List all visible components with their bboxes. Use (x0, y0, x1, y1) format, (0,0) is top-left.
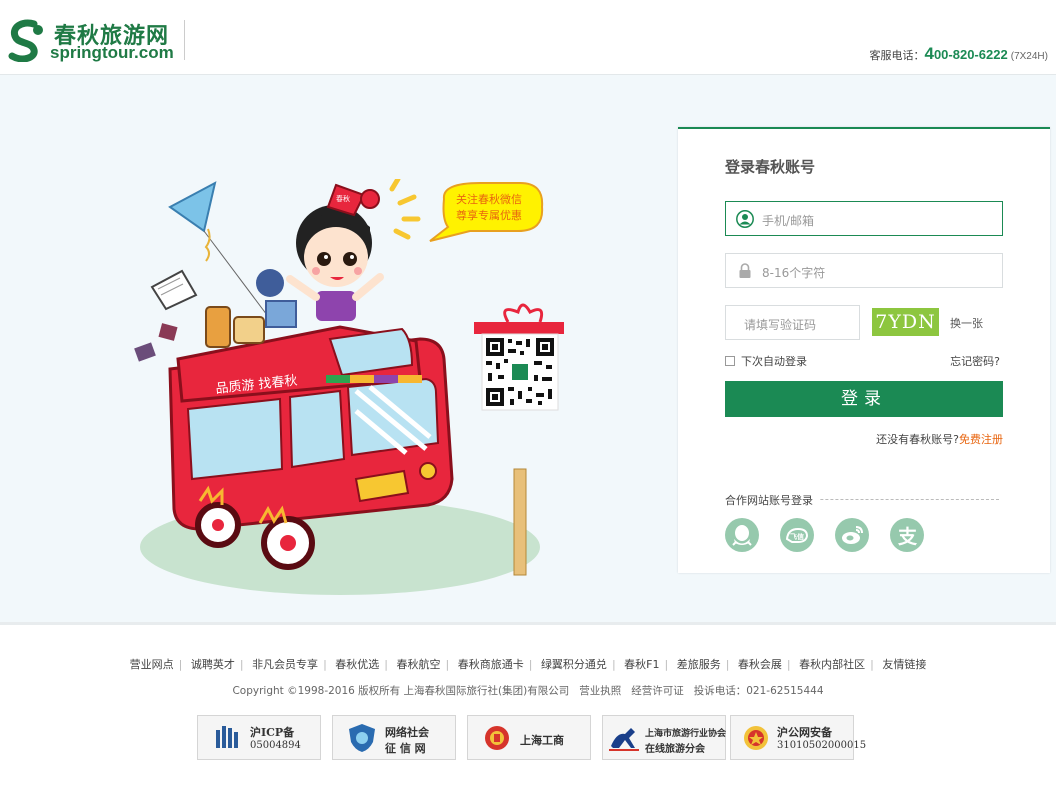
footer-link-community[interactable]: 春秋内部社区 (799, 658, 865, 671)
captcha-field[interactable]: 请填写验证码 (725, 305, 860, 340)
public-security-badge[interactable]: 沪公网安备 31010502000015 (730, 715, 866, 760)
user-icon (736, 210, 754, 228)
lock-icon (739, 263, 751, 278)
wechat-bubble-line1: 关注春秋微信 (456, 192, 522, 206)
remember-me-label: 下次自动登录 (741, 355, 807, 368)
emblem-icon (485, 726, 509, 750)
site-header: 春秋旅游网 springtour.com 客服电话：400-820-6222 (… (0, 0, 1056, 75)
copyright-text: Copyright ©1998-2016 版权所有 上海春秋国际旅行社(集团)有… (232, 685, 570, 697)
credit-network-badge[interactable]: 网络社会 征 信 网 (332, 715, 456, 760)
login-card: 登录春秋账号 手机/邮箱 8-16个字符 请填写验证码 7YDN 换一张 下次自… (678, 127, 1050, 573)
association-line1: 上海市旅游行业协会 (645, 729, 727, 739)
password-field[interactable]: 8-16个字符 (725, 253, 1003, 288)
shield-icon (349, 724, 375, 752)
hotline-number-first: 4 (924, 44, 934, 63)
footer-link-business-card[interactable]: 春秋商旅通卡 (458, 658, 524, 671)
alipay-icon: 支 (897, 526, 918, 548)
wechat-bubble-line2: 尊享专属优惠 (456, 208, 522, 222)
register-prompt: 还没有春秋账号? (876, 433, 959, 446)
logo-domain: springtour.com (50, 43, 174, 62)
footer-link-points[interactable]: 绿翼积分通兑 (541, 658, 607, 671)
footer-link-airlines[interactable]: 春秋航空 (397, 658, 441, 671)
alipay-login-button[interactable]: 支 (890, 518, 924, 552)
remember-me[interactable]: 下次自动登录 (725, 353, 807, 369)
business-license-link[interactable]: 营业执照 (579, 685, 621, 697)
captcha-refresh-link[interactable]: 换一张 (950, 315, 983, 331)
footer-link-branches[interactable]: 营业网点 (130, 658, 174, 671)
weibo-login-button[interactable] (835, 518, 869, 552)
association-line2: 在线旅游分会 (645, 744, 705, 755)
hat-text: 春秋 (336, 194, 350, 203)
register-link[interactable]: 免费注册 (959, 433, 1003, 446)
footer-link-selection[interactable]: 春秋优选 (335, 658, 379, 671)
hotline-hours: (7X24H) (1010, 51, 1048, 62)
icp-icon (216, 726, 238, 748)
promo-illustration: 品质游 找春秋 春秋 关注春秋微信 尊享专属优惠 (134, 179, 564, 595)
svg-text:支: 支 (897, 526, 918, 548)
partner-login-label: 合作网站账号登录 (725, 492, 819, 508)
icp-number: 05004894 (250, 740, 301, 751)
operating-permit-link[interactable]: 经营许可证 (631, 685, 684, 697)
footer-link-f1[interactable]: 春秋F1 (624, 658, 659, 671)
remember-me-checkbox[interactable] (725, 356, 735, 366)
login-section: 品质游 找春秋 春秋 关注春秋微信 尊享专属优惠 登录春秋账号 手机/邮箱 8-… (0, 75, 1056, 625)
credit-title-line2: 征 信 网 (385, 742, 426, 755)
logo-mark-icon (8, 19, 43, 62)
footer-link-careers[interactable]: 诚聘英才 (191, 658, 235, 671)
footer-link-members[interactable]: 非凡会员专享 (252, 658, 318, 671)
qq-login-button[interactable] (725, 518, 759, 552)
svg-text:飞信: 飞信 (790, 532, 804, 541)
hotline-number-rest: 00-820-6222 (933, 47, 1008, 62)
footer-link-travel-service[interactable]: 差旅服务 (677, 658, 721, 671)
footer-links: 营业网点 | 诚聘英才 | 非凡会员专享 | 春秋优选 | 春秋航空 | 春秋商旅通卡 | … (129, 658, 927, 671)
footer-link-exhibitions[interactable]: 春秋会展 (738, 658, 782, 671)
login-title: 登录春秋账号 (725, 158, 816, 176)
qq-icon (732, 525, 752, 546)
captcha-image[interactable]: 7YDN (872, 308, 939, 336)
hotline-label: 客服电话： (869, 50, 925, 62)
username-field[interactable]: 手机/邮箱 (725, 201, 1003, 236)
username-placeholder: 手机/邮箱 (762, 214, 815, 228)
police-emblem-icon (744, 726, 768, 750)
register-row: 还没有春秋账号?免费注册 (876, 431, 1003, 447)
feixin-icon: 飞信 (785, 527, 809, 543)
feixin-login-button[interactable]: 飞信 (780, 518, 814, 552)
login-button[interactable]: 登录 (725, 381, 1003, 417)
header-divider (184, 20, 185, 60)
password-placeholder: 8-16个字符 (762, 266, 826, 280)
aic-badge[interactable]: 上海工商 (467, 715, 591, 760)
icp-title: 沪ICP备 (250, 726, 295, 739)
horse-icon (609, 728, 639, 751)
hotline-number: 400-820-6222 (924, 44, 1008, 63)
icp-badge[interactable]: 沪ICP备 05004894 (197, 715, 321, 760)
police-title: 沪公网安备 (777, 726, 832, 739)
customer-hotline: 客服电话：400-820-6222 (7X24H) (869, 44, 1048, 64)
police-number: 31010502000015 (777, 740, 867, 751)
complaint-phone: 投诉电话：021-62515444 (693, 685, 824, 697)
copyright: Copyright ©1998-2016 版权所有 上海春秋国际旅行社(集团)有… (0, 683, 1056, 698)
credit-title-line1: 网络社会 (385, 726, 429, 739)
springtour-logo[interactable]: 春秋旅游网 springtour.com (4, 16, 186, 64)
weibo-icon (842, 526, 863, 544)
footer-link-friends[interactable]: 友情链接 (882, 658, 926, 671)
captcha-placeholder: 请填写验证码 (744, 318, 817, 332)
aic-title: 上海工商 (520, 734, 564, 747)
forgot-password-link[interactable]: 忘记密码? (950, 353, 1000, 369)
tourism-association-badge[interactable]: 上海市旅游行业协会 在线旅游分会 (602, 715, 726, 760)
